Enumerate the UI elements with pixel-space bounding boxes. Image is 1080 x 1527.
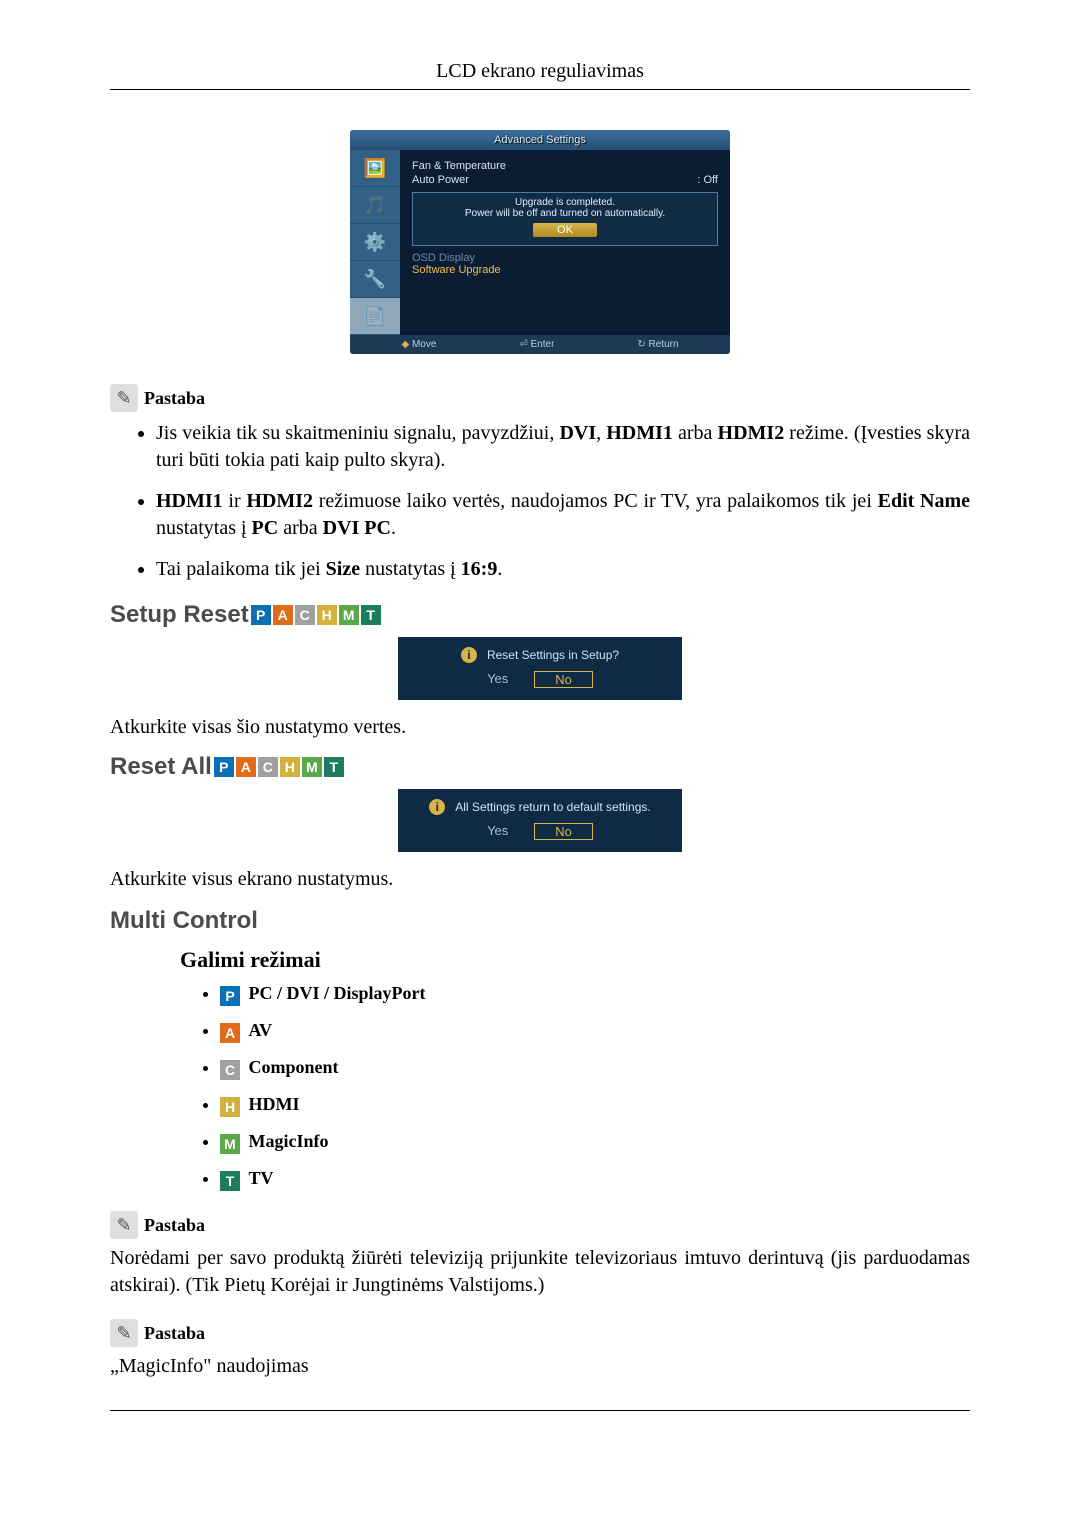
- mode-item-hdmi: H HDMI: [220, 1094, 970, 1117]
- badge-m-icon: M: [302, 757, 322, 777]
- osd-nav-icon-picture: 🖼️: [350, 150, 400, 187]
- osd-auto-power-value: : Off: [697, 174, 718, 186]
- mode-item-magicinfo: M MagicInfo: [220, 1131, 970, 1154]
- note-label: Pastaba: [144, 1323, 205, 1344]
- osd-side-nav: 🖼️ 🎵 ⚙️ 🔧 📄: [350, 150, 400, 335]
- reset-all-dialog-msg: All Settings return to default settings.: [455, 800, 650, 814]
- badge-h-icon: H: [317, 605, 337, 625]
- badge-c-icon: C: [295, 605, 315, 625]
- setup-reset-dialog-msg: Reset Settings in Setup?: [487, 648, 619, 662]
- osd-auto-power-label: Auto Power: [412, 174, 469, 186]
- osd-footer-enter: Enter: [519, 339, 554, 350]
- osd-screenshot: Advanced Settings 🖼️ 🎵 ⚙️ 🔧 📄 Fan & Temp…: [110, 130, 970, 354]
- badge-t-icon: T: [324, 757, 344, 777]
- note-icon: ✎: [110, 1319, 138, 1347]
- dialog-yes-button: Yes: [487, 671, 508, 688]
- badge-p-icon: P: [220, 986, 240, 1006]
- osd-software-upgrade-label: Software Upgrade: [412, 264, 718, 276]
- badge-a-icon: A: [220, 1023, 240, 1043]
- badge-c-icon: C: [258, 757, 278, 777]
- note-icon: ✎: [110, 1211, 138, 1239]
- osd-popup: Upgrade is completed. Power will be off …: [412, 192, 718, 246]
- badge-m-icon: M: [220, 1134, 240, 1154]
- badge-p-icon: P: [214, 757, 234, 777]
- osd-fan-temp-label: Fan & Temperature: [412, 160, 506, 172]
- dialog-no-button: No: [534, 671, 593, 688]
- note3-text: „MagicInfo" naudojimas: [110, 1353, 970, 1380]
- osd-titlebar: Advanced Settings: [350, 130, 730, 150]
- osd-popup-msg1: Upgrade is completed.: [419, 197, 711, 208]
- top-rule: [110, 89, 970, 90]
- badge-t-icon: T: [220, 1171, 240, 1191]
- note-label: Pastaba: [144, 1215, 205, 1236]
- osd-footer-move: Move: [401, 339, 436, 350]
- setup-reset-desc: Atkurkite visas šio nustatymo vertes.: [110, 716, 970, 739]
- osd-nav-icon-sound: 🎵: [350, 187, 400, 224]
- reset-all-dialog: i All Settings return to default setting…: [110, 789, 970, 852]
- osd-nav-icon-disabled: 📄: [350, 298, 400, 335]
- mode-item-tv: T TV: [220, 1168, 970, 1191]
- badge-m-icon: M: [339, 605, 359, 625]
- note-icon: ✎: [110, 384, 138, 412]
- osd-footer: Move Enter Return: [350, 335, 730, 354]
- setup-reset-heading: Setup Reset P A C H M T: [110, 601, 970, 629]
- dialog-yes-button: Yes: [487, 823, 508, 840]
- multi-control-heading: Multi Control: [110, 907, 970, 935]
- badge-t-icon: T: [361, 605, 381, 625]
- info-icon: i: [461, 647, 477, 663]
- note-label: Pastaba: [144, 388, 205, 409]
- note1-bullet-3: Tai palaikoma tik jei Size nustatytas į …: [156, 556, 970, 583]
- badge-a-icon: A: [236, 757, 256, 777]
- osd-popup-msg2: Power will be off and turned on automati…: [419, 208, 711, 219]
- setup-reset-dialog: i Reset Settings in Setup? Yes No: [110, 637, 970, 700]
- badge-c-icon: C: [220, 1060, 240, 1080]
- osd-footer-return: Return: [637, 339, 678, 350]
- note1-bullet-1: Jis veikia tik su skaitmeniniu signalu, …: [156, 420, 970, 474]
- bottom-rule: [110, 1410, 970, 1411]
- reset-all-heading: Reset All P A C H M T: [110, 753, 970, 781]
- badge-a-icon: A: [273, 605, 293, 625]
- reset-all-desc: Atkurkite visus ekrano nustatymus.: [110, 868, 970, 891]
- badge-h-icon: H: [280, 757, 300, 777]
- dialog-no-button: No: [534, 823, 593, 840]
- osd-osd-display-label: OSD Display: [412, 252, 718, 264]
- note1-bullets: Jis veikia tik su skaitmeniniu signalu, …: [132, 420, 970, 583]
- available-modes-subheading: Galimi režimai: [180, 947, 970, 973]
- page-header-title: LCD ekrano reguliavimas: [110, 60, 970, 83]
- osd-ok-button: OK: [533, 223, 597, 237]
- note2-text: Norėdami per savo produktą žiūrėti telev…: [110, 1245, 970, 1299]
- osd-title: Advanced Settings: [494, 134, 586, 146]
- modes-list: P PC / DVI / DisplayPort A AV C Componen…: [220, 983, 970, 1191]
- note1-bullet-2: HDMI1 ir HDMI2 režimuose laiko vertės, n…: [156, 488, 970, 542]
- badge-h-icon: H: [220, 1097, 240, 1117]
- osd-nav-icon-setup: ⚙️: [350, 224, 400, 261]
- mode-item-av: A AV: [220, 1020, 970, 1043]
- mode-item-component: C Component: [220, 1057, 970, 1080]
- mode-item-pc: P PC / DVI / DisplayPort: [220, 983, 970, 1006]
- osd-nav-icon-multi: 🔧: [350, 261, 400, 298]
- info-icon: i: [429, 799, 445, 815]
- badge-p-icon: P: [251, 605, 271, 625]
